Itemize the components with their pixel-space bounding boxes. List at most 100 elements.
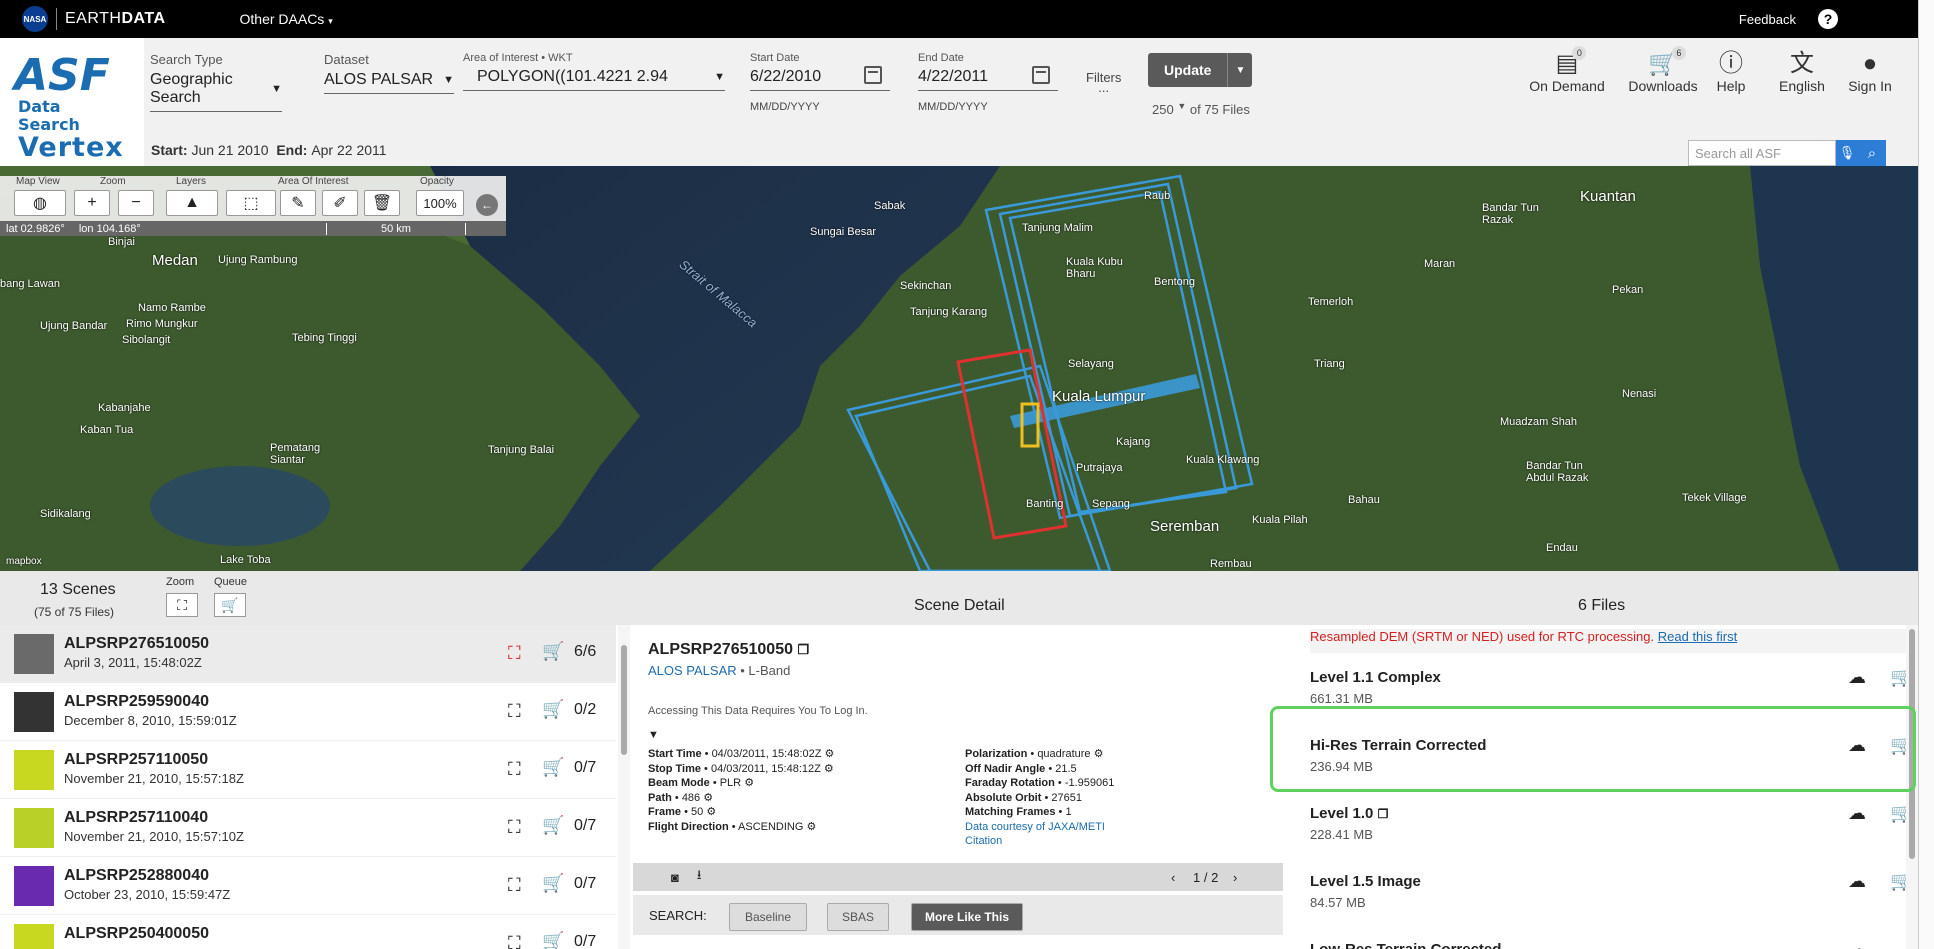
help-button[interactable]: ⓘ Help bbox=[1696, 50, 1766, 94]
scene-row[interactable]: ALPSRP250400050 ⛶ 🛒 0/7 bbox=[0, 915, 616, 949]
on-demand-button[interactable]: ▤ 0 On Demand bbox=[1522, 46, 1612, 94]
scene-row[interactable]: ALPSRP276510050 April 3, 2011, 15:48:02Z… bbox=[0, 625, 616, 683]
dataset-link[interactable]: ALOS PALSAR bbox=[648, 663, 737, 678]
collapse-triangle-icon[interactable]: ▼ bbox=[648, 729, 659, 741]
read-this-first-link[interactable]: Read this first bbox=[1658, 629, 1737, 644]
scene-row[interactable]: ALPSRP257110050 November 21, 2010, 15:57… bbox=[0, 741, 616, 799]
date-end-value: Apr 22 2011 bbox=[311, 142, 387, 158]
zoom-to-scene-icon[interactable]: ⛶ bbox=[508, 817, 521, 838]
earthdata-logo[interactable]: EARTHDATA bbox=[65, 10, 166, 28]
map-label: Bentong bbox=[1154, 276, 1195, 288]
update-dropdown-icon[interactable]: ▼ bbox=[1228, 65, 1252, 76]
scene-row[interactable]: ALPSRP252880040 October 23, 2010, 15:59:… bbox=[0, 857, 616, 915]
file-row[interactable]: Level 1.5 Image 84.57 MB ☁ 🛒 bbox=[1310, 861, 1912, 921]
sign-in-button[interactable]: ● Sign In bbox=[1830, 50, 1910, 94]
update-button[interactable]: Update ▼ bbox=[1148, 53, 1253, 87]
baseline-button[interactable]: Baseline bbox=[729, 903, 807, 931]
gear-icon[interactable]: ⚙ bbox=[706, 806, 716, 818]
more-like-this-button[interactable]: More Like This bbox=[911, 903, 1023, 931]
layers-mountain-icon[interactable]: ▲ bbox=[166, 190, 218, 216]
data-courtesy-link[interactable]: Data courtesy of JAXA/METI bbox=[965, 820, 1114, 835]
gear-icon[interactable]: ⚙ bbox=[807, 821, 817, 833]
next-page-icon[interactable]: › bbox=[1233, 870, 1237, 885]
edit-aoi-icon[interactable]: ✐ bbox=[322, 190, 358, 216]
add-to-cart-icon[interactable]: 🛒 bbox=[542, 699, 564, 720]
help-circle-icon[interactable]: ? bbox=[1818, 9, 1838, 29]
zoom-to-scene-icon[interactable]: ⛶ bbox=[508, 875, 521, 896]
search-asf-input[interactable]: Search all ASF bbox=[1688, 140, 1836, 166]
microphone-icon[interactable]: 🎙 bbox=[1836, 140, 1858, 166]
map-label: Putrajaya bbox=[1076, 462, 1123, 474]
mapbox-attribution[interactable]: mapbox bbox=[6, 556, 42, 567]
cloud-download-icon[interactable]: ☁ bbox=[1848, 667, 1866, 688]
cloud-download-icon[interactable]: ☁ bbox=[1848, 803, 1866, 824]
trash-icon[interactable]: 🗑 bbox=[364, 190, 400, 216]
map-label: Kuala Klawang bbox=[1186, 454, 1260, 466]
filters-button[interactable]: Filters ... bbox=[1086, 70, 1121, 94]
map-label: Kuala Lumpur bbox=[1052, 388, 1146, 405]
gear-icon[interactable]: ⚙ bbox=[1094, 748, 1104, 760]
nasa-logo[interactable]: NASA bbox=[22, 6, 48, 32]
cloud-download-icon[interactable]: ☁ bbox=[1848, 939, 1866, 949]
on-demand-label: On Demand bbox=[1529, 78, 1605, 94]
file-row[interactable]: Hi-Res Terrain Corrected 236.94 MB ☁ 🛒 bbox=[1310, 725, 1912, 785]
file-name: Level 1.0 bbox=[1310, 805, 1374, 822]
add-to-cart-icon[interactable]: 🛒 bbox=[542, 757, 564, 778]
copy-icon[interactable]: ❐ bbox=[797, 642, 809, 657]
aoi-wkt-field[interactable]: Area of Interest • WKT POLYGON((101.4221… bbox=[463, 52, 725, 91]
zoom-to-scene-icon[interactable]: ⛶ bbox=[508, 933, 521, 949]
zoom-to-scene-icon[interactable]: ⛶ bbox=[508, 701, 521, 722]
copy-icon[interactable]: ❐ bbox=[1378, 807, 1389, 821]
pencil-icon[interactable]: ✎ bbox=[280, 190, 316, 216]
asf-vertex-logo[interactable]: ASF Data Search Vertex bbox=[14, 54, 126, 162]
files-scrollbar[interactable] bbox=[1906, 625, 1918, 949]
file-row[interactable]: Level 1.0 ❐ 228.41 MB ☁ 🛒 bbox=[1310, 793, 1912, 853]
max-results-select[interactable]: 250 ▼ of 75 Files bbox=[1152, 101, 1250, 117]
queue-all-icon[interactable]: 🛒 bbox=[214, 593, 246, 617]
cloud-download-icon[interactable]: ☁ bbox=[1848, 871, 1866, 892]
draw-box-icon[interactable]: ⬚ bbox=[226, 190, 276, 216]
scrollbar-thumb[interactable] bbox=[621, 645, 627, 755]
zoom-in-button[interactable]: + bbox=[74, 190, 110, 216]
logo-data-search: Data Search bbox=[18, 97, 80, 134]
zoom-to-scene-icon[interactable]: ⛶ bbox=[508, 759, 521, 780]
cloud-download-icon[interactable]: ☁ bbox=[1848, 735, 1866, 756]
cart-icon[interactable]: 🛒 bbox=[542, 641, 564, 662]
calendar-icon[interactable] bbox=[1032, 66, 1050, 84]
gear-icon[interactable]: ⚙ bbox=[703, 792, 713, 804]
gear-icon[interactable]: ⚙ bbox=[825, 748, 835, 760]
downloads-button[interactable]: 🛒 6 Downloads bbox=[1618, 46, 1708, 94]
globe-icon[interactable]: ◍ bbox=[14, 190, 66, 216]
add-to-cart-icon[interactable]: 🛒 bbox=[542, 931, 564, 949]
scene-row[interactable]: ALPSRP257110040 November 21, 2010, 15:57… bbox=[0, 799, 616, 857]
other-daacs-menu[interactable]: Other DAACs ▾ bbox=[240, 11, 333, 27]
prop-key: Stop Time bbox=[648, 762, 701, 775]
sbas-button[interactable]: SBAS bbox=[827, 903, 889, 931]
preview-icon[interactable]: ◙ bbox=[671, 870, 679, 885]
opacity-select[interactable]: 100% bbox=[416, 190, 464, 216]
calendar-icon[interactable] bbox=[864, 66, 882, 84]
file-row[interactable]: Level 1.1 Complex 661.31 MB ☁ 🛒 bbox=[1310, 657, 1912, 717]
rtc-warning: Resampled DEM (SRTM or NED) used for RTC… bbox=[1310, 629, 1910, 653]
file-size: 228.41 MB bbox=[1310, 827, 1373, 842]
feedback-link[interactable]: Feedback bbox=[1739, 12, 1796, 27]
collapse-arrow-icon[interactable]: ← bbox=[476, 194, 498, 216]
zoom-to-results-icon[interactable]: ⛶ bbox=[166, 593, 198, 617]
scene-row[interactable]: ALPSRP259590040 December 8, 2010, 15:59:… bbox=[0, 683, 616, 741]
download-icon[interactable]: ⭳ bbox=[697, 866, 702, 888]
zoom-out-button[interactable]: − bbox=[118, 190, 154, 216]
dataset-select[interactable]: Dataset ALOS PALSAR ▼ bbox=[324, 52, 454, 94]
search-icon[interactable]: ⌕ bbox=[1858, 140, 1886, 166]
add-to-cart-icon[interactable]: 🛒 bbox=[542, 815, 564, 836]
scene-list-scrollbar[interactable] bbox=[618, 625, 630, 949]
gear-icon[interactable]: ⚙ bbox=[824, 763, 834, 775]
citation-link[interactable]: Citation bbox=[965, 834, 1114, 849]
file-row[interactable]: Low-Res Terrain Corrected ☁ 🛒 bbox=[1310, 929, 1890, 949]
add-to-cart-icon[interactable]: 🛒 bbox=[542, 873, 564, 894]
prev-page-icon[interactable]: ‹ bbox=[1171, 870, 1175, 885]
scrollbar-thumb[interactable] bbox=[1909, 629, 1915, 859]
gear-icon[interactable]: ⚙ bbox=[744, 777, 754, 789]
zoom-to-scene-icon[interactable]: ⛶ bbox=[508, 643, 521, 664]
search-type-select[interactable]: Search Type Geographic Search ▼ bbox=[150, 52, 282, 112]
scene-thumbnail bbox=[14, 808, 54, 848]
